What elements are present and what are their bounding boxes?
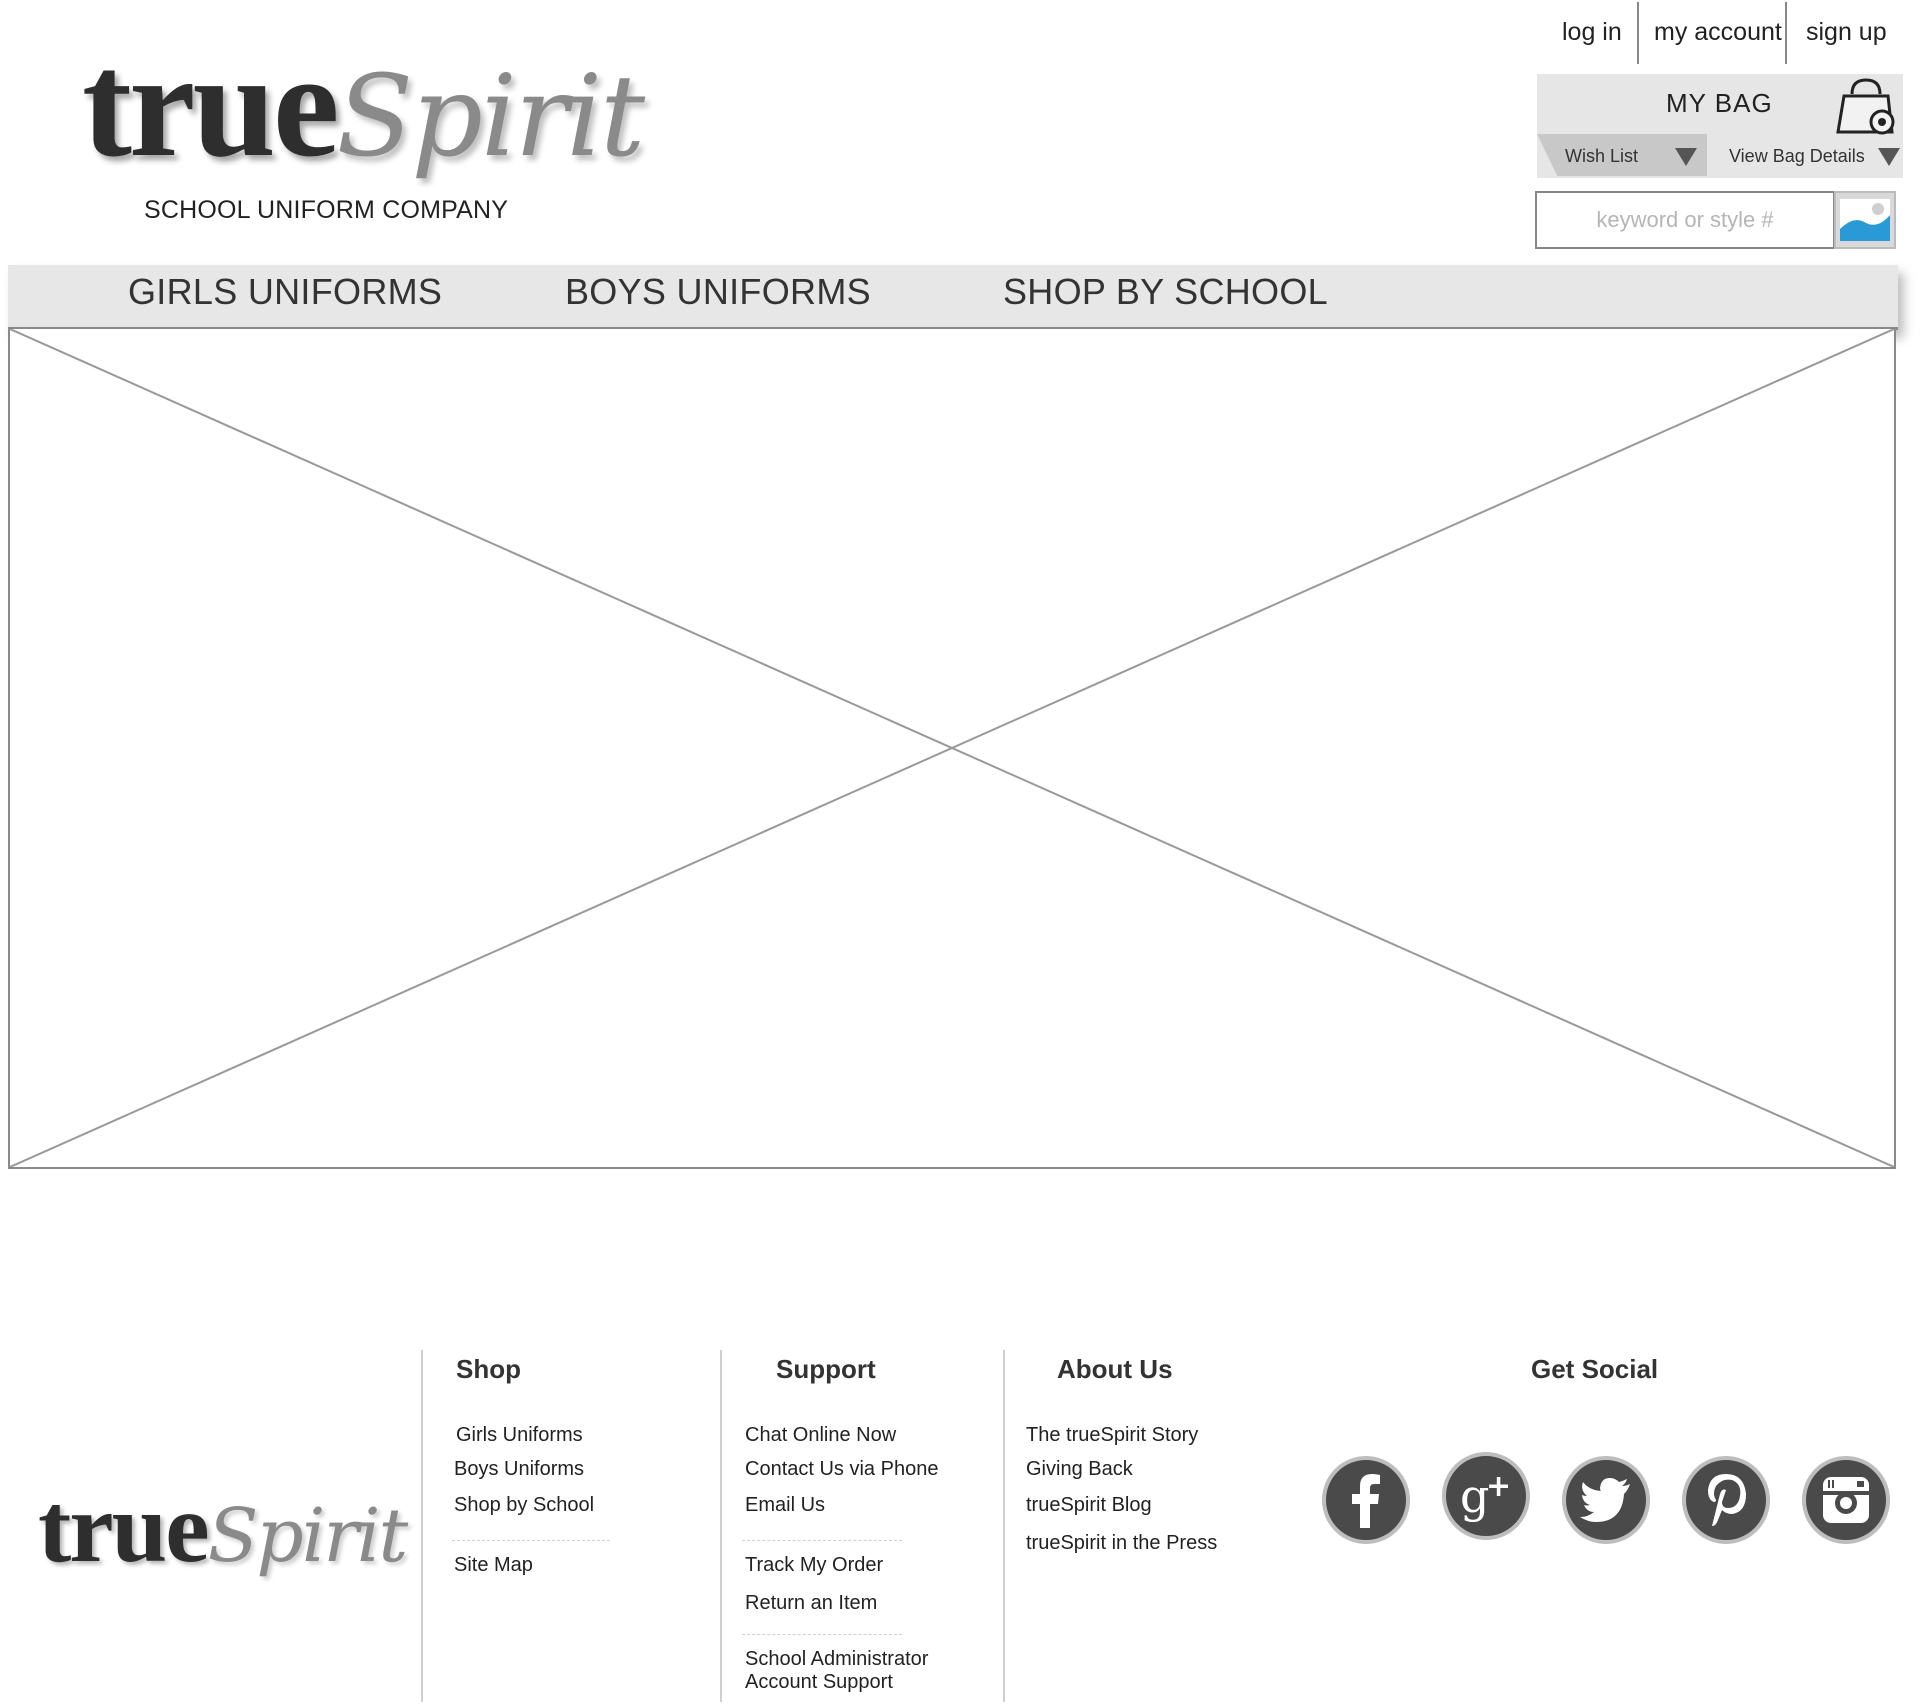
pinterest-icon[interactable] <box>1682 1456 1770 1544</box>
footer-separator <box>452 1540 610 1541</box>
footer-link-school-admin[interactable]: School Administrator <box>745 1648 928 1671</box>
nav-shop-by-school[interactable]: SHOP BY SCHOOL <box>1003 271 1328 313</box>
footer-divider <box>720 1350 722 1702</box>
footer-link-girls-uniforms[interactable]: Girls Uniforms <box>456 1424 583 1447</box>
tagline: SCHOOL UNIFORM COMPANY <box>144 196 509 224</box>
facebook-icon[interactable] <box>1322 1456 1410 1544</box>
footer-link-giving-back[interactable]: Giving Back <box>1026 1458 1133 1481</box>
footer-link-chat-online[interactable]: Chat Online Now <box>745 1424 896 1447</box>
wish-list-label[interactable]: Wish List <box>1565 146 1638 167</box>
image-search-icon[interactable] <box>1834 191 1896 249</box>
footer-shop-heading: Shop <box>456 1354 521 1384</box>
svg-text:+: + <box>1486 1469 1511 1504</box>
footer-logo[interactable]: trueSpirit <box>38 1478 409 1579</box>
footer-link-press[interactable]: trueSpirit in the Press <box>1026 1532 1217 1555</box>
search-input[interactable] <box>1535 191 1835 249</box>
login-link[interactable]: log in <box>1562 18 1622 47</box>
footer-about-heading: About Us <box>1057 1354 1173 1384</box>
footer-link-story[interactable]: The trueSpirit Story <box>1026 1424 1198 1447</box>
footer-separator <box>742 1540 902 1541</box>
divider <box>1637 2 1639 64</box>
google-plus-icon[interactable]: g + <box>1442 1452 1530 1540</box>
footer-social-heading: Get Social <box>1531 1354 1659 1384</box>
logo-spirit: Spirit <box>207 1493 409 1579</box>
logo-true: true <box>82 22 340 188</box>
nav-girls-uniforms[interactable]: GIRLS UNIFORMS <box>128 271 442 313</box>
footer-divider <box>421 1350 423 1702</box>
footer-link-email-us[interactable]: Email Us <box>745 1494 825 1517</box>
brand-logo[interactable]: trueSpirit <box>82 30 646 182</box>
view-bag-details-label[interactable]: View Bag Details <box>1729 146 1865 167</box>
footer-link-shop-by-school[interactable]: Shop by School <box>454 1494 594 1517</box>
footer-link-boys-uniforms[interactable]: Boys Uniforms <box>454 1458 584 1481</box>
shopping-bag-icon[interactable] <box>1834 72 1898 141</box>
divider <box>1785 2 1787 64</box>
footer-link-blog[interactable]: trueSpirit Blog <box>1026 1494 1152 1517</box>
nav-boys-uniforms[interactable]: BOYS UNIFORMS <box>565 271 871 313</box>
logo-true: true <box>38 1472 210 1583</box>
footer-support-heading: Support <box>776 1354 876 1384</box>
wish-list-dropdown-icon[interactable] <box>1675 148 1697 166</box>
footer-link-contact-phone[interactable]: Contact Us via Phone <box>745 1458 938 1481</box>
signup-link[interactable]: sign up <box>1806 18 1887 47</box>
footer-separator <box>742 1634 902 1635</box>
my-bag-title[interactable]: MY BAG <box>1666 88 1773 119</box>
instagram-icon[interactable] <box>1802 1456 1890 1544</box>
hero-image-placeholder <box>8 327 1896 1169</box>
logo-spirit: Spirit <box>336 52 646 182</box>
footer-link-track-order[interactable]: Track My Order <box>745 1554 883 1577</box>
twitter-icon[interactable] <box>1562 1456 1650 1544</box>
my-account-link[interactable]: my account <box>1654 18 1782 47</box>
footer-link-account-support[interactable]: Account Support <box>745 1671 893 1694</box>
footer-link-site-map[interactable]: Site Map <box>454 1554 533 1577</box>
footer-divider <box>1003 1350 1005 1702</box>
bag-details-dropdown-icon[interactable] <box>1878 148 1900 166</box>
footer-link-return-item[interactable]: Return an Item <box>745 1592 877 1615</box>
